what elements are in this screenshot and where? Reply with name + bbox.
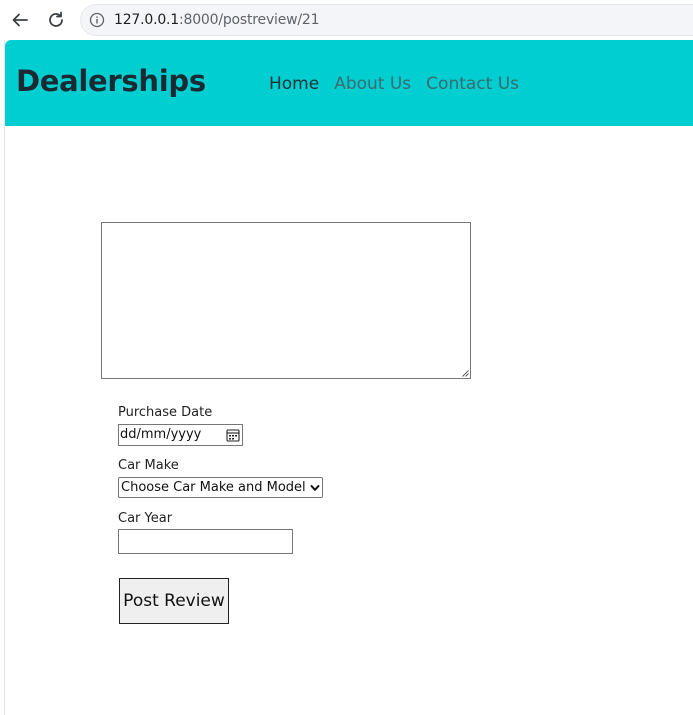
info-icon[interactable] <box>88 11 106 29</box>
reload-icon <box>49 11 63 27</box>
address-bar[interactable]: 127.0.0.1:8000/postreview/21 <box>80 4 693 36</box>
arrow-left-icon <box>12 13 28 27</box>
nav-link-about[interactable]: About Us <box>334 74 411 94</box>
nav-link-contact[interactable]: Contact Us <box>426 74 519 94</box>
calendar-icon[interactable] <box>226 428 240 442</box>
brand-title[interactable]: Dealerships <box>16 64 206 98</box>
url-host: 127.0.0.1 <box>114 12 179 28</box>
reload-button[interactable] <box>44 8 68 32</box>
review-textarea[interactable] <box>101 222 471 379</box>
car-year-label: Car Year <box>118 511 173 526</box>
car-make-select[interactable]: Choose Car Make and Model <box>118 477 323 498</box>
back-button[interactable] <box>8 8 32 32</box>
car-year-input[interactable] <box>118 529 293 554</box>
url-path: :8000/postreview/21 <box>179 12 320 28</box>
car-make-selected: Choose Car Make and Model <box>121 480 306 495</box>
navbar: Dealerships Home About Us Contact Us <box>5 40 693 126</box>
url-text: 127.0.0.1:8000/postreview/21 <box>114 12 320 28</box>
purchase-date-input[interactable]: dd/mm/yyyy <box>118 424 243 446</box>
nav-link-home[interactable]: Home <box>269 74 319 94</box>
chevron-down-icon <box>310 485 320 491</box>
purchase-date-placeholder: dd/mm/yyyy <box>120 427 202 442</box>
resize-grip-icon[interactable] <box>461 369 469 377</box>
page-content: Dealerships Home About Us Contact Us Pur… <box>4 40 693 715</box>
post-review-button[interactable]: Post Review <box>119 578 229 624</box>
purchase-date-label: Purchase Date <box>118 405 213 420</box>
car-make-label: Car Make <box>118 458 179 473</box>
nav-links: Home About Us Contact Us <box>269 74 534 94</box>
browser-toolbar: 127.0.0.1:8000/postreview/21 <box>0 0 693 40</box>
